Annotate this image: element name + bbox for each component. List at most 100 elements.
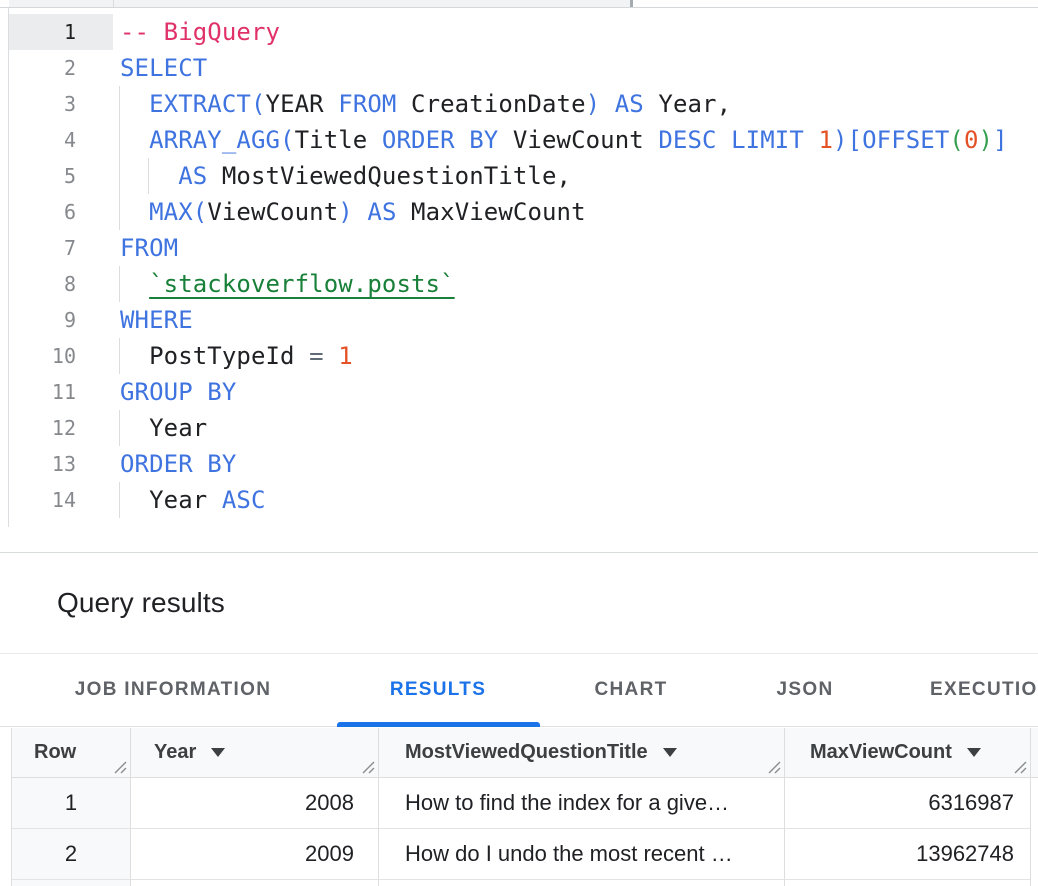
code-token: ( <box>949 126 964 154</box>
code-line[interactable]: SELECT <box>120 50 207 86</box>
column-header-maxviewcount[interactable]: MaxViewCount <box>785 728 1031 778</box>
code-token: Title <box>295 126 368 154</box>
code-token: ViewCount <box>498 126 658 154</box>
code-token <box>804 126 819 154</box>
line-number[interactable]: 1 <box>8 14 76 50</box>
table-row-partial <box>12 880 1038 886</box>
indent-guide <box>119 86 120 230</box>
code-token: Year <box>149 414 207 442</box>
caret-down-icon[interactable] <box>967 748 981 757</box>
tab-job-information[interactable]: JOB INFORMATION <box>75 654 271 726</box>
header-filler <box>1031 728 1038 778</box>
line-number[interactable]: 14 <box>8 482 76 518</box>
line-number[interactable]: 8 <box>8 266 76 302</box>
code-line[interactable]: -- BigQuery <box>120 14 280 50</box>
code-token: ) <box>338 198 353 226</box>
line-number[interactable]: 7 <box>8 230 76 266</box>
code-token: Year <box>149 486 207 514</box>
caret-down-icon[interactable] <box>211 748 225 757</box>
indent-guide <box>119 482 120 518</box>
maxviewcount-cell: 13962748 <box>785 829 1031 880</box>
code-token: CreationDate <box>396 90 585 118</box>
resize-grip-icon[interactable] <box>1014 761 1027 774</box>
line-number[interactable]: 5 <box>8 158 76 194</box>
indent-guide <box>119 338 120 374</box>
line-number[interactable]: 10 <box>8 338 76 374</box>
column-header-year[interactable]: Year <box>131 728 379 778</box>
code-line[interactable]: FROM <box>120 230 178 266</box>
editor-toolbar-strip <box>0 0 1038 8</box>
line-number[interactable]: 6 <box>8 194 76 230</box>
code-line[interactable]: ORDER BY <box>120 446 236 482</box>
table-header-row: RowYearMostViewedQuestionTitleMaxViewCou… <box>12 728 1038 778</box>
tab-execution-details[interactable]: EXECUTION DETAILS <box>930 654 1038 726</box>
code-token: AS <box>615 90 644 118</box>
tab-json[interactable]: JSON <box>777 654 834 726</box>
code-line[interactable]: Year <box>120 410 207 446</box>
tab-results[interactable]: RESULTS <box>390 654 486 726</box>
code-line[interactable]: GROUP BY <box>120 374 236 410</box>
sql-editor[interactable]: 1234567891011121314 -- BigQuerySELECT EX… <box>0 8 1038 527</box>
code-token: ORDER BY <box>382 126 498 154</box>
table-row[interactable]: 22009How do I undo the most recent …1396… <box>12 829 1038 880</box>
line-number[interactable]: 11 <box>8 374 76 410</box>
code-line[interactable]: `stackoverflow.posts` <box>120 266 455 302</box>
code-token <box>120 414 149 442</box>
code-token: ARRAY_AGG( <box>149 126 295 154</box>
results-tabs: JOB INFORMATION RESULTS CHART JSON EXECUTION… <box>0 653 1038 727</box>
line-number[interactable]: 2 <box>8 50 76 86</box>
code-token: YEAR <box>266 90 324 118</box>
code-line[interactable]: Year ASC <box>120 482 266 518</box>
code-line[interactable]: EXTRACT(YEAR FROM CreationDate) AS Year, <box>120 86 731 122</box>
table-reference-link[interactable]: `stackoverflow.posts` <box>149 270 455 298</box>
code-token <box>120 126 149 154</box>
code-token <box>120 162 178 190</box>
code-token: SELECT <box>120 54 207 82</box>
code-token: ] <box>993 126 1008 154</box>
resize-grip-icon[interactable] <box>768 761 781 774</box>
code-token: ORDER BY <box>120 450 236 478</box>
code-line[interactable]: PostTypeId = 1 <box>120 338 353 374</box>
line-number[interactable]: 13 <box>8 446 76 482</box>
code-line[interactable]: AS MostViewedQuestionTitle, <box>120 158 571 194</box>
column-header-row[interactable]: Row <box>12 728 131 778</box>
code-token: AS <box>178 162 207 190</box>
title-cell: How do I undo the most recent … <box>379 829 785 880</box>
code-token: GROUP BY <box>120 378 236 406</box>
code-line[interactable]: WHERE <box>120 302 193 338</box>
resize-grip-icon[interactable] <box>114 761 127 774</box>
toolbar-divider <box>113 0 114 7</box>
code-token: ) <box>979 126 994 154</box>
resize-grip-icon[interactable] <box>362 761 375 774</box>
code-line[interactable]: ARRAY_AGG(Title ORDER BY ViewCount DESC … <box>120 122 1008 158</box>
code-token <box>600 90 615 118</box>
caret-down-icon[interactable] <box>663 748 677 757</box>
code-line[interactable]: MAX(ViewCount) AS MaxViewCount <box>120 194 586 230</box>
code-token: WHERE <box>120 306 193 334</box>
code-token: EXTRACT( <box>149 90 265 118</box>
maxviewcount-cell: 6316987 <box>785 778 1031 829</box>
code-token: DESC LIMIT <box>658 126 804 154</box>
line-number[interactable]: 3 <box>8 86 76 122</box>
code-token: 1 <box>818 126 833 154</box>
code-token: -- BigQuery <box>120 18 280 46</box>
row-filler <box>1031 778 1038 829</box>
code-token: PostTypeId <box>149 342 295 370</box>
column-header-mostviewedquestiontitle[interactable]: MostViewedQuestionTitle <box>379 728 785 778</box>
toolbar-fill <box>9 0 630 7</box>
table-row[interactable]: 12008How to find the index for a give…63… <box>12 778 1038 829</box>
code-token: MaxViewCount <box>397 198 586 226</box>
indent-guide <box>119 410 120 446</box>
indent-guide <box>119 266 120 302</box>
code-token: FROM <box>120 234 178 262</box>
code-token: = <box>309 342 324 370</box>
line-number[interactable]: 4 <box>8 122 76 158</box>
row-number-cell <box>12 880 131 886</box>
tab-chart[interactable]: CHART <box>595 654 668 726</box>
page-title: Query results <box>57 587 225 619</box>
line-number[interactable]: 9 <box>8 302 76 338</box>
line-number[interactable]: 12 <box>8 410 76 446</box>
year-cell: 2009 <box>131 829 379 880</box>
code-token <box>120 90 149 118</box>
code-token: ) <box>586 90 601 118</box>
